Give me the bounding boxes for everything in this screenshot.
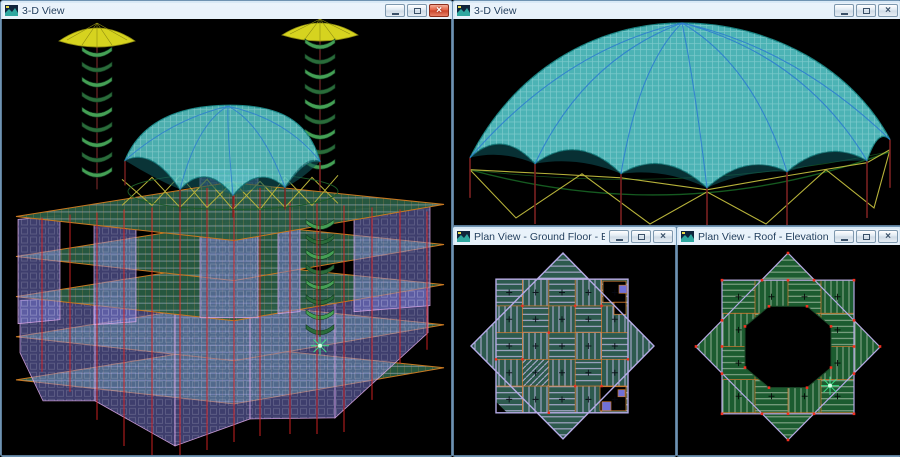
3d-model-canvas [2,19,451,455]
dome [125,105,320,195]
viewport-plan-ground[interactable] [453,245,676,456]
titlebar-plan-roof[interactable]: Plan View - Roof - Elevation 958.82 × [677,227,900,245]
roof-plan-canvas [678,245,900,455]
minimize-icon[interactable] [385,4,405,17]
minaret-left [59,23,135,189]
support-starburst [311,337,329,355]
close-icon[interactable]: × [653,230,673,243]
window-buttons: × [385,4,449,17]
view-window-icon [5,5,18,16]
close-icon[interactable]: × [878,4,898,17]
titlebar-3d-dome[interactable]: 3-D View × [453,1,900,19]
window-buttons: × [834,4,898,17]
window-buttons: × [834,230,898,243]
window-title: Plan View - Roof - Elevation 958.82 [698,231,830,243]
window-plan-ground: Plan View - Ground Floor - Elevation 948… [452,226,677,457]
window-buttons: × [609,230,673,243]
restore-icon[interactable] [407,4,427,17]
minimize-icon[interactable] [609,230,629,243]
viewport-plan-roof[interactable] [677,245,900,456]
window-title: 3-D View [22,5,381,17]
restore-icon[interactable] [856,4,876,17]
restore-icon[interactable] [856,230,876,243]
titlebar-3d-main[interactable]: 3-D View × [1,1,452,19]
window-plan-roof: Plan View - Roof - Elevation 958.82 × [676,226,900,457]
minimize-icon[interactable] [834,230,854,243]
window-title: 3-D View [474,5,830,17]
viewport-3d-main[interactable] [1,19,452,456]
restore-icon[interactable] [631,230,651,243]
dome-canvas [454,19,900,225]
minimize-icon[interactable] [834,4,854,17]
view-window-icon [457,231,470,242]
window-title: Plan View - Ground Floor - Elevation 948… [474,231,605,243]
support-starburst [821,377,839,395]
close-icon[interactable]: × [878,230,898,243]
viewport-3d-dome[interactable] [453,19,900,226]
titlebar-plan-ground[interactable]: Plan View - Ground Floor - Elevation 948… [453,227,676,245]
view-window-icon [681,231,694,242]
ground-plan-canvas [454,245,675,455]
window-3d-view-main: 3-D View × [0,0,453,457]
window-3d-view-dome: 3-D View × [452,0,900,227]
view-window-icon [457,5,470,16]
close-icon[interactable]: × [429,4,449,17]
roof-opening [745,306,831,387]
